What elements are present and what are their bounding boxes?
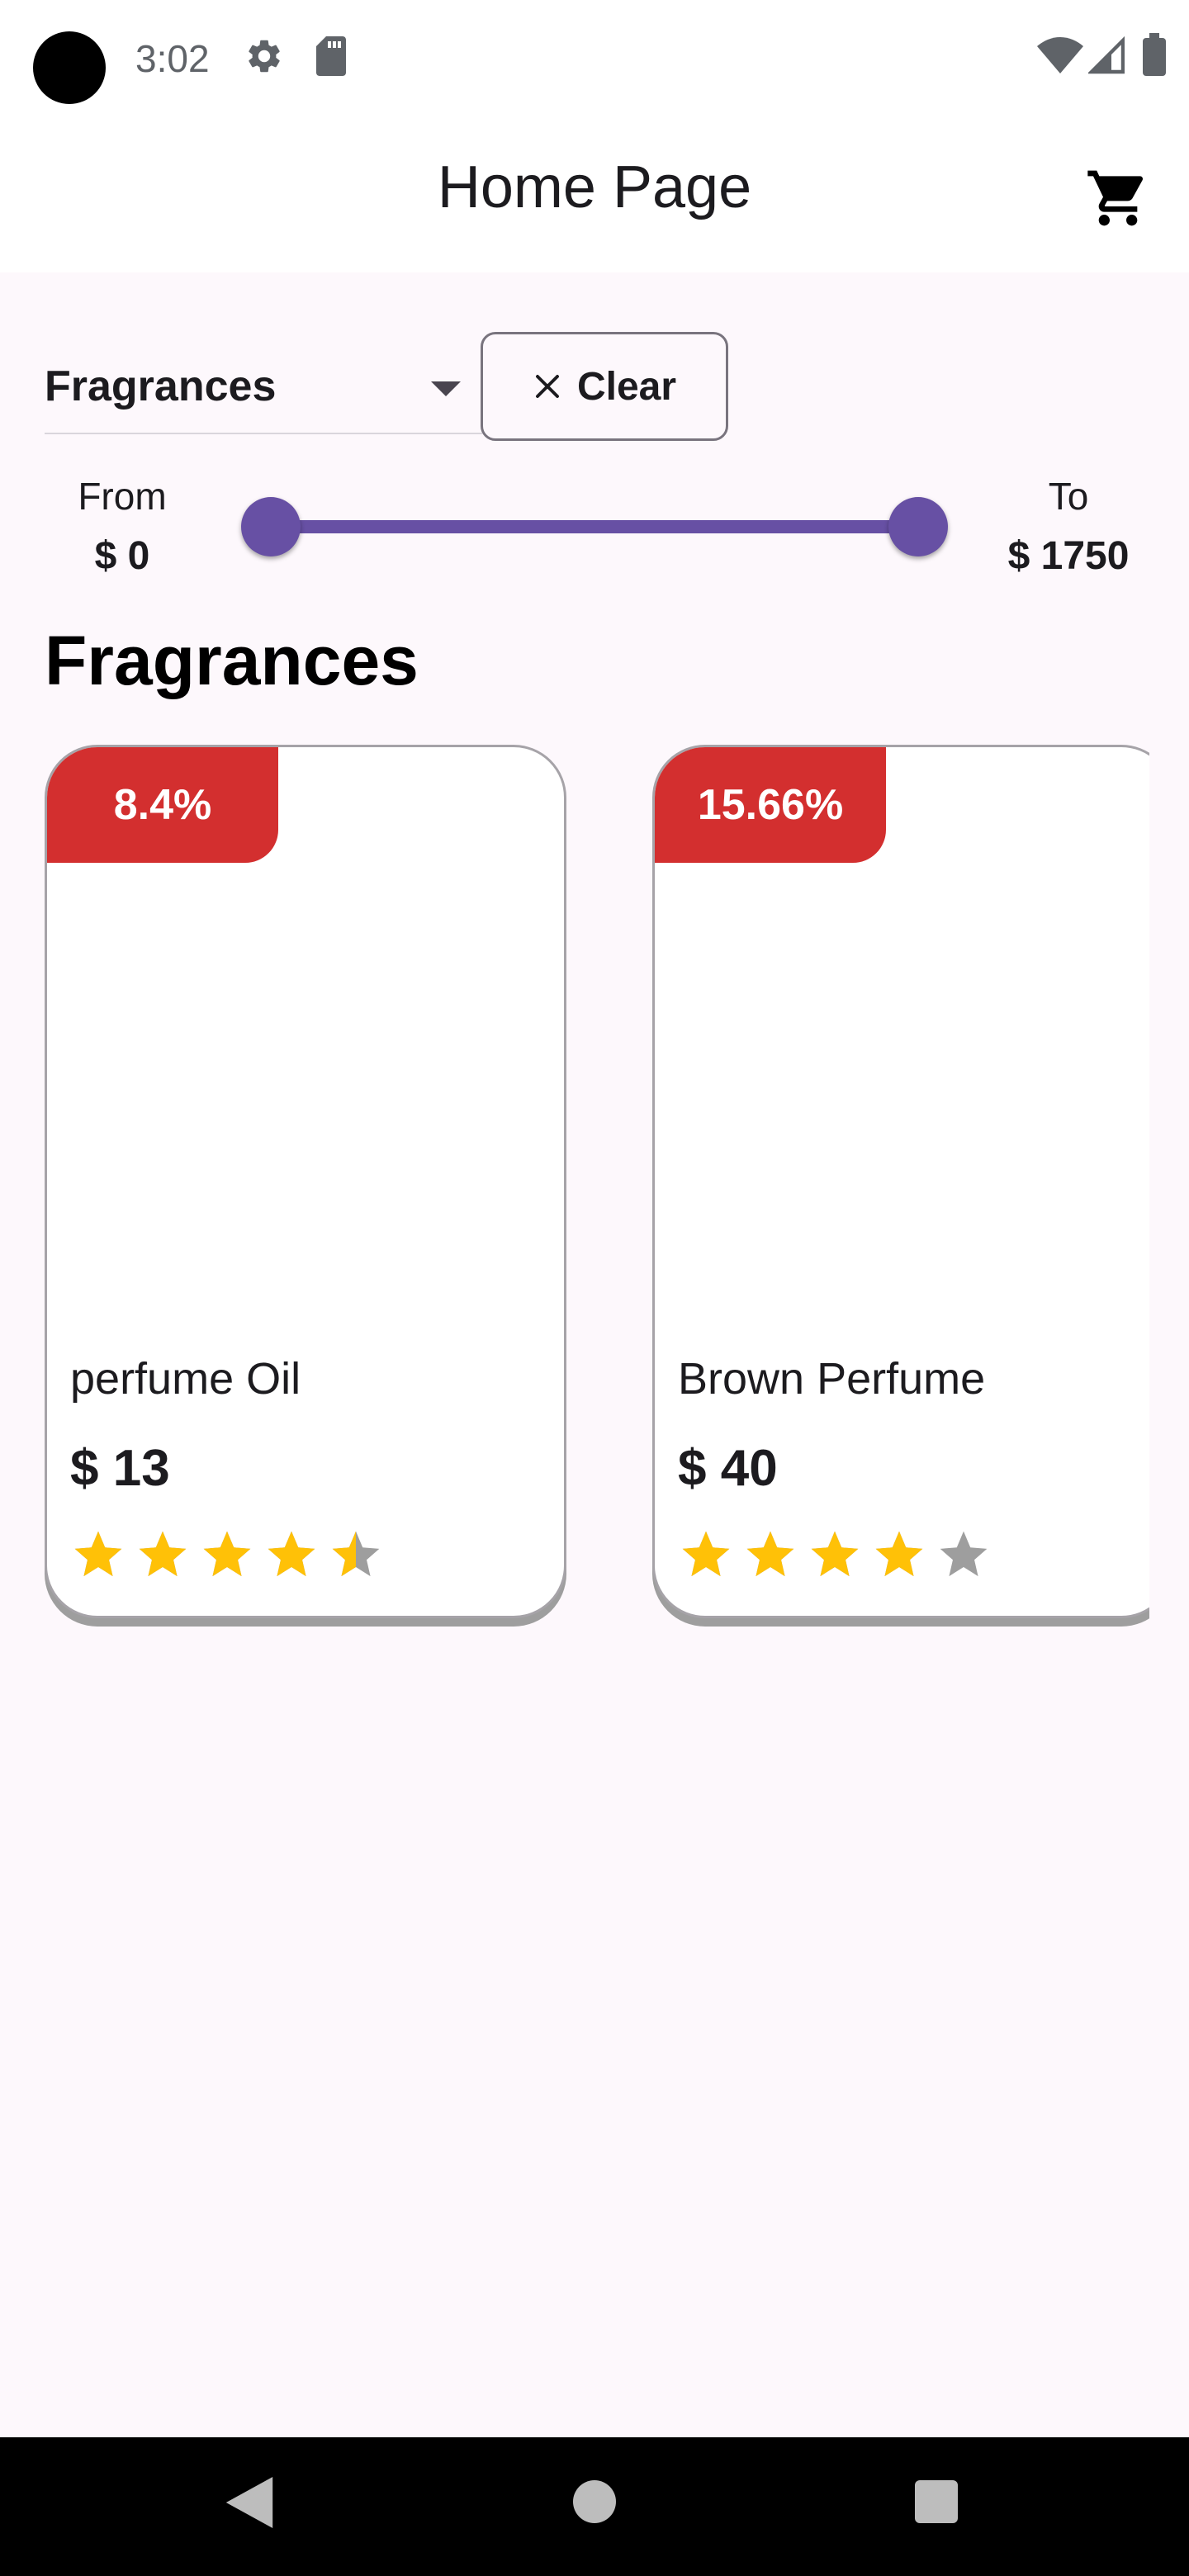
star-filled-icon <box>811 1531 859 1577</box>
status-time: 3:02 <box>135 37 210 80</box>
recents-icon[interactable] <box>915 2480 958 2523</box>
section-title: Fragrances <box>45 622 419 699</box>
star-filled-icon <box>746 1531 794 1577</box>
app-bar: Home Page <box>0 132 1189 272</box>
back-icon[interactable] <box>225 2477 274 2528</box>
range-to-value: $ 1750 <box>1007 534 1130 578</box>
clear-button[interactable]: Clear <box>481 332 728 441</box>
page-title: Home Page <box>437 154 752 220</box>
screen: 3:02 Home Page Fragrances Clear From $ 0… <box>0 0 1189 2576</box>
dropdown-arrow-icon <box>431 381 461 396</box>
price-range-slider[interactable] <box>239 495 950 558</box>
product-name: perfume Oil <box>70 1354 301 1404</box>
signal-icon <box>1088 36 1125 74</box>
camera-cutout <box>33 31 106 104</box>
discount-text: 8.4% <box>113 781 212 829</box>
close-icon <box>536 375 559 398</box>
battery-icon <box>1143 33 1166 76</box>
wifi-icon <box>1037 37 1083 73</box>
clear-label: Clear <box>576 364 677 409</box>
navigation-bar <box>0 2437 1189 2576</box>
rating-stars <box>678 1527 992 1584</box>
slider-track <box>269 520 920 533</box>
star-half-icon <box>332 1531 380 1577</box>
product-card[interactable]: 8.4% perfume Oil $ 13 <box>45 745 566 1618</box>
product-list[interactable]: 8.4% perfume Oil $ 13 15.66% Brown Perfu… <box>0 743 1149 1635</box>
cart-button[interactable] <box>1077 157 1159 239</box>
product-price: $ 40 <box>678 1440 778 1497</box>
category-selected-value: Fragrances <box>45 362 277 410</box>
rating-stars <box>70 1527 384 1584</box>
star-empty-icon <box>940 1531 988 1577</box>
star-filled-icon <box>682 1531 730 1577</box>
cart-icon <box>1087 170 1144 226</box>
product-price: $ 13 <box>70 1440 170 1497</box>
star-filled-icon <box>203 1531 251 1577</box>
star-filled-icon <box>268 1531 315 1577</box>
home-icon[interactable] <box>573 2480 616 2523</box>
category-dropdown[interactable]: Fragrances <box>45 347 482 434</box>
product-name: Brown Perfume <box>678 1354 986 1404</box>
range-from-value: $ 0 <box>94 534 150 578</box>
range-to-label: To <box>1048 475 1089 518</box>
star-filled-icon <box>139 1531 187 1577</box>
range-from: From $ 0 <box>50 474 195 579</box>
sd-card-icon <box>316 36 346 76</box>
gear-icon <box>249 40 280 73</box>
range-from-label: From <box>78 475 167 518</box>
slider-thumb-max[interactable] <box>888 497 948 556</box>
status-bar: 3:02 <box>0 0 1189 132</box>
star-filled-icon <box>74 1531 122 1577</box>
discount-badge: 15.66% <box>655 747 886 863</box>
product-card[interactable]: 15.66% Brown Perfume $ 40 <box>652 745 1149 1618</box>
discount-badge: 8.4% <box>47 747 278 863</box>
discount-text: 15.66% <box>697 781 844 829</box>
range-to: To $ 1750 <box>988 474 1149 579</box>
star-filled-icon <box>875 1531 923 1577</box>
slider-thumb-min[interactable] <box>241 497 301 556</box>
